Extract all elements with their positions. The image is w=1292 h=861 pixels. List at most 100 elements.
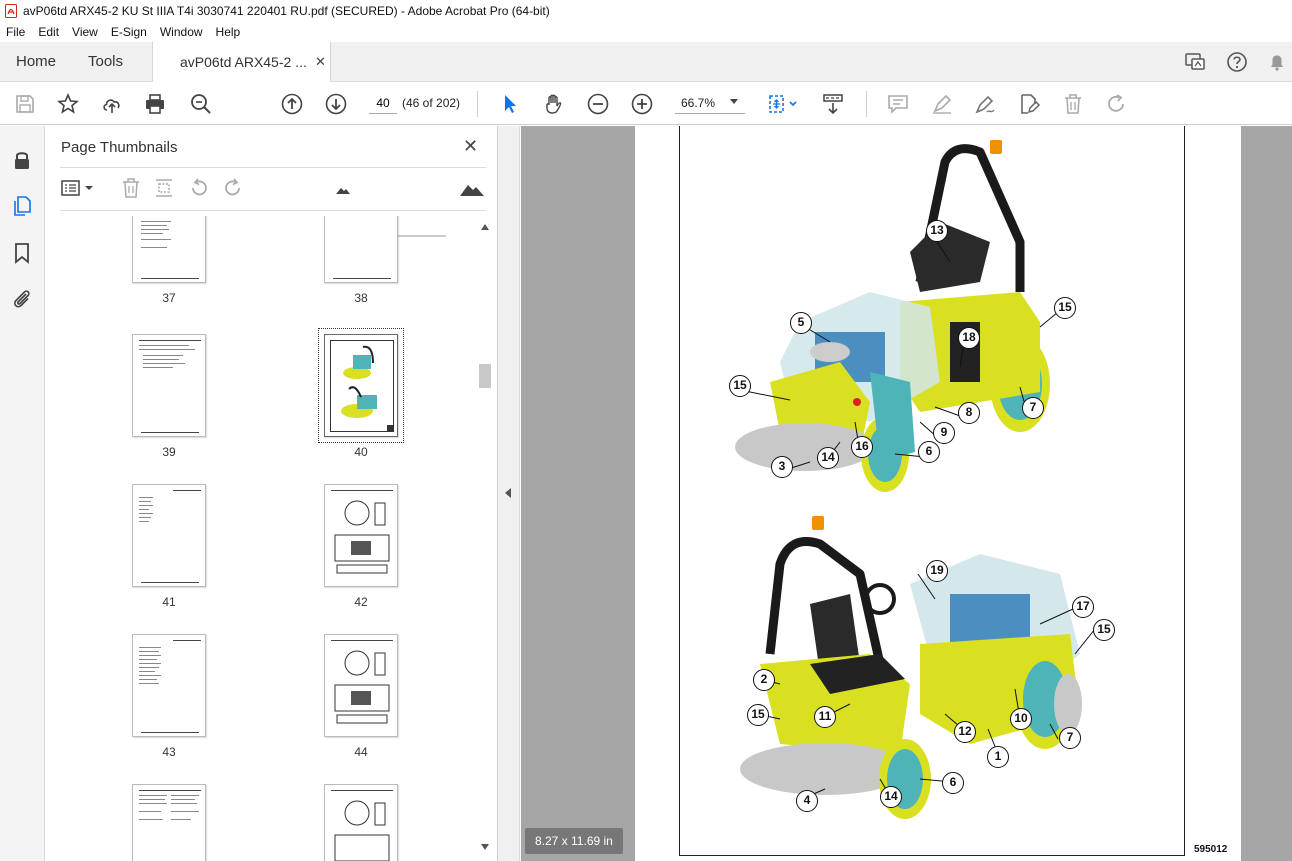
zoom-in-icon[interactable] (630, 92, 654, 116)
toolbar-separator (477, 91, 478, 117)
toolbar-separator (866, 91, 867, 117)
document-tab-label: avP06td ARX45-2 ... (180, 54, 307, 70)
thumbnail-image (132, 334, 206, 437)
menu-edit[interactable]: Edit (38, 25, 59, 39)
menu-esign[interactable]: E-Sign (111, 25, 147, 39)
zoom-out-icon[interactable] (586, 92, 610, 116)
menu-view[interactable]: View (72, 25, 98, 39)
notifications-bell-icon[interactable] (1266, 51, 1288, 73)
document-viewport[interactable]: 13 5 18 15 15 7 8 9 16 6 14 3 19 17 15 2… (521, 126, 1292, 861)
callout-marker: 16 (851, 436, 873, 458)
tab-document[interactable]: avP06td ARX45-2 ... ✕ (152, 42, 331, 82)
thumbnail-options-icon[interactable] (60, 177, 96, 199)
window-title: avP06td ARX45-2 KU St IIIA T4i 3030741 2… (23, 4, 550, 18)
comment-icon[interactable] (886, 92, 910, 116)
scroll-up-arrow-icon[interactable] (481, 224, 489, 230)
extract-pages-icon[interactable] (153, 177, 175, 199)
callout-marker: 14 (880, 786, 902, 808)
thumbnail-image (324, 634, 398, 737)
thumbnail-page-number: 44 (354, 745, 368, 759)
callout-marker: 15 (729, 375, 751, 397)
large-thumbnails-icon[interactable] (459, 177, 485, 199)
thumbnail-image (132, 216, 206, 283)
attachments-paperclip-icon[interactable] (10, 287, 34, 311)
zoom-search-icon[interactable] (189, 92, 213, 116)
scroll-mode-icon[interactable] (821, 92, 845, 116)
thumbnail-page-number: 40 (354, 445, 368, 459)
thumbnail-page-number: 42 (354, 595, 368, 609)
menu-window[interactable]: Window (160, 25, 203, 39)
callout-marker: 13 (926, 220, 948, 242)
draw-pen-icon[interactable] (973, 92, 997, 116)
callout-marker: 6 (918, 441, 940, 463)
tab-home[interactable]: Home (16, 42, 56, 82)
thumbnail-page-number: 37 (162, 291, 176, 305)
scrollbar-thumb[interactable] (479, 364, 491, 388)
print-icon[interactable] (143, 92, 167, 116)
callout-marker: 11 (814, 706, 836, 728)
callout-marker: 10 (1010, 708, 1032, 730)
callout-marker: 9 (933, 422, 955, 444)
panel-title: Page Thumbnails (61, 139, 178, 156)
previous-page-icon[interactable] (280, 92, 304, 116)
page-number-input[interactable] (369, 92, 397, 114)
menu-help[interactable]: Help (216, 25, 241, 39)
lock-icon[interactable] (10, 148, 34, 172)
panel-toolbar (46, 174, 498, 244)
close-tab-icon[interactable]: ✕ (315, 54, 326, 70)
fit-page-icon[interactable] (765, 92, 801, 116)
upload-cloud-icon[interactable] (100, 92, 124, 116)
redo-icon[interactable] (1105, 92, 1129, 116)
rotate-counterclockwise-icon[interactable] (188, 177, 210, 199)
menu-file[interactable]: File (6, 25, 25, 39)
thumbnail-list: 37 38 39 40 41 42 43 44 (46, 216, 478, 861)
hand-pan-icon[interactable] (542, 92, 566, 116)
close-panel-icon[interactable]: ✕ (463, 136, 478, 157)
page-size-indicator: 8.27 x 11.69 in (525, 828, 623, 854)
select-cursor-icon[interactable] (498, 92, 522, 116)
highlight-pen-icon[interactable] (930, 92, 954, 116)
edit-document-icon[interactable] (1017, 92, 1041, 116)
tab-tools[interactable]: Tools (88, 42, 123, 82)
delete-trash-icon[interactable] (1061, 92, 1085, 116)
thumbnail-diagram (334, 500, 390, 574)
thumbnail-image (132, 784, 206, 861)
title-bar: avP06td ARX45-2 KU St IIIA T4i 3030741 2… (0, 0, 1292, 22)
delete-pages-icon[interactable] (120, 177, 142, 199)
thumbnail-scrollbar[interactable] (477, 218, 493, 856)
acrobat-logo-icon (5, 4, 17, 18)
callout-marker: 15 (1054, 297, 1076, 319)
panel-collapse-handle[interactable] (498, 126, 520, 861)
thumbnail-diagram (334, 650, 390, 724)
page-border-frame: 13 5 18 15 15 7 8 9 16 6 14 3 19 17 15 2… (679, 126, 1227, 856)
callout-marker: 5 (790, 312, 812, 334)
thumbnail-page-number: 39 (162, 445, 176, 459)
navigation-rail (0, 126, 45, 861)
callout-marker: 18 (958, 327, 980, 349)
rotate-clockwise-icon[interactable] (222, 177, 244, 199)
callout-marker: 19 (926, 560, 948, 582)
callout-marker: 7 (1059, 727, 1081, 749)
zoom-level-select[interactable]: 66.7% (675, 92, 745, 114)
tab-bar: Home Tools avP06td ARX45-2 ... ✕ (0, 42, 1292, 82)
bookmarks-icon[interactable] (10, 241, 34, 265)
scroll-down-arrow-icon[interactable] (481, 844, 489, 850)
small-thumbnails-icon[interactable] (335, 177, 351, 199)
thumbnail-machine-drawing (341, 345, 377, 418)
page-thumbnails-icon[interactable] (10, 194, 34, 218)
figure-code: 595012 (1194, 844, 1228, 855)
thumbnail-image (324, 216, 398, 283)
thumbnail-image (132, 634, 206, 737)
bookmark-star-icon[interactable] (56, 92, 80, 116)
next-page-icon[interactable] (324, 92, 348, 116)
share-screen-icon[interactable] (1184, 51, 1206, 73)
save-icon[interactable] (13, 92, 37, 116)
thumbnail-image (324, 784, 398, 861)
help-icon[interactable] (1226, 51, 1248, 73)
zoom-level-value: 66.7% (681, 96, 716, 110)
callout-marker: 15 (1093, 619, 1115, 641)
thumbnail-image (324, 484, 398, 587)
page-thumbnails-panel: Page Thumbnails ✕ 37 38 39 40 41 42 43 4… (46, 126, 498, 861)
thumbnail-diagram (334, 800, 390, 861)
panel-divider (60, 210, 486, 211)
